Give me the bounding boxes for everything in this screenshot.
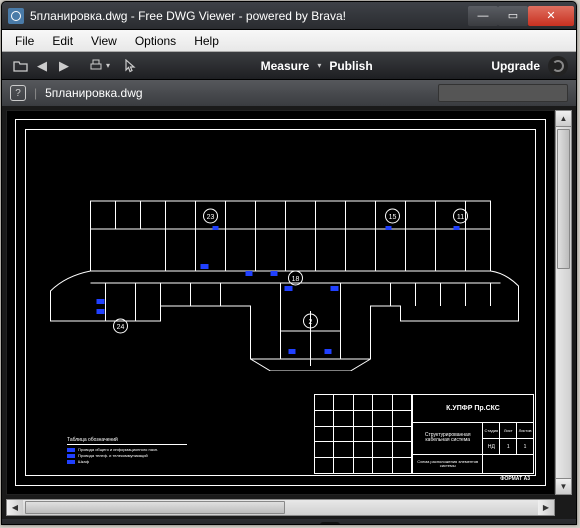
label-11: 11 [457,214,464,221]
globe-icon[interactable]: ◯ [10,522,30,526]
viewport: 23 15 11 18 24 2 [2,106,576,499]
legend-title: Таблица обозначений [67,437,187,445]
scroll-up-button[interactable]: ▲ [556,111,571,127]
drawing-canvas[interactable]: 23 15 11 18 24 2 [6,110,555,495]
menu-options[interactable]: Options [126,32,185,50]
eye-icon[interactable] [36,522,56,526]
help-icon[interactable]: ? [10,85,26,101]
menu-view[interactable]: View [82,32,126,50]
filename-label: 5планировка.dwg [45,86,142,100]
open-button[interactable] [10,56,30,76]
zoomin-icon[interactable]: + [294,522,314,526]
next-button[interactable]: ▶ [54,56,74,76]
fitwidth-icon[interactable] [136,522,156,526]
rotate-icon[interactable]: ↻ [84,522,104,526]
scroll-left-button[interactable]: ◀ [7,500,23,515]
magnify-icon[interactable] [346,522,366,526]
app-icon [8,8,24,24]
filebar-sep: | [34,86,37,100]
pointer-button[interactable] [120,56,140,76]
filebar: ? | 5планировка.dwg [2,80,576,106]
page-icon[interactable] [110,522,130,526]
label-15: 15 [389,214,397,221]
titleblock: К.УПФР Пр.СКС Структурированная кабельна… [314,394,534,474]
vertical-scrollbar[interactable]: ▲ ▼ [555,110,572,495]
upgrade-button[interactable]: Upgrade [491,59,540,73]
scroll-down-button[interactable]: ▼ [556,478,571,494]
legend: Таблица обозначений Провода общего и инф… [67,437,187,464]
minimize-button[interactable]: — [468,6,498,26]
brand-icon [548,56,568,76]
label-24: 24 [117,324,125,331]
search-input[interactable] [438,84,568,102]
publish-button[interactable]: Publish [325,59,376,73]
zoom-thumb[interactable] [236,525,250,526]
scroll-right-button[interactable]: ▶ [538,500,554,515]
maximize-button[interactable]: ▭ [498,6,528,26]
pan-icon[interactable] [320,522,340,526]
menubar: File Edit View Options Help [2,30,576,52]
bottombar: ◯ ↻ − + ◀ Model ▾ ▶ [2,519,576,525]
menu-edit[interactable]: Edit [43,32,82,50]
vscroll-thumb[interactable] [557,129,570,269]
menu-help[interactable]: Help [185,32,228,50]
zoomout-icon[interactable]: − [162,522,182,526]
floorplan: 23 15 11 18 24 2 [35,171,526,371]
horizontal-scrollbar[interactable]: ◀ ▶ [6,499,555,516]
prev-button[interactable]: ◀ [32,56,52,76]
label-23: 23 [207,214,215,221]
format-label: ФОРМАТ A3 [500,476,530,482]
close-button[interactable]: ✕ [528,6,574,26]
label-18: 18 [292,276,300,283]
hscroll-thumb[interactable] [25,501,285,514]
print-button[interactable] [86,56,106,76]
menu-file[interactable]: File [6,32,43,50]
tb-project: К.УПФР Пр.СКС [413,395,533,423]
label-2: 2 [309,319,313,326]
titlebar: 5планировка.dwg - Free DWG Viewer - powe… [2,2,576,30]
measure-button[interactable]: Measure [257,59,314,73]
zoomregion-icon[interactable] [372,522,392,526]
toolbar: ◀ ▶ ▾ Measure ▾ Publish Upgrade [2,52,576,80]
window-title: 5планировка.dwg - Free DWG Viewer - powe… [30,9,468,23]
